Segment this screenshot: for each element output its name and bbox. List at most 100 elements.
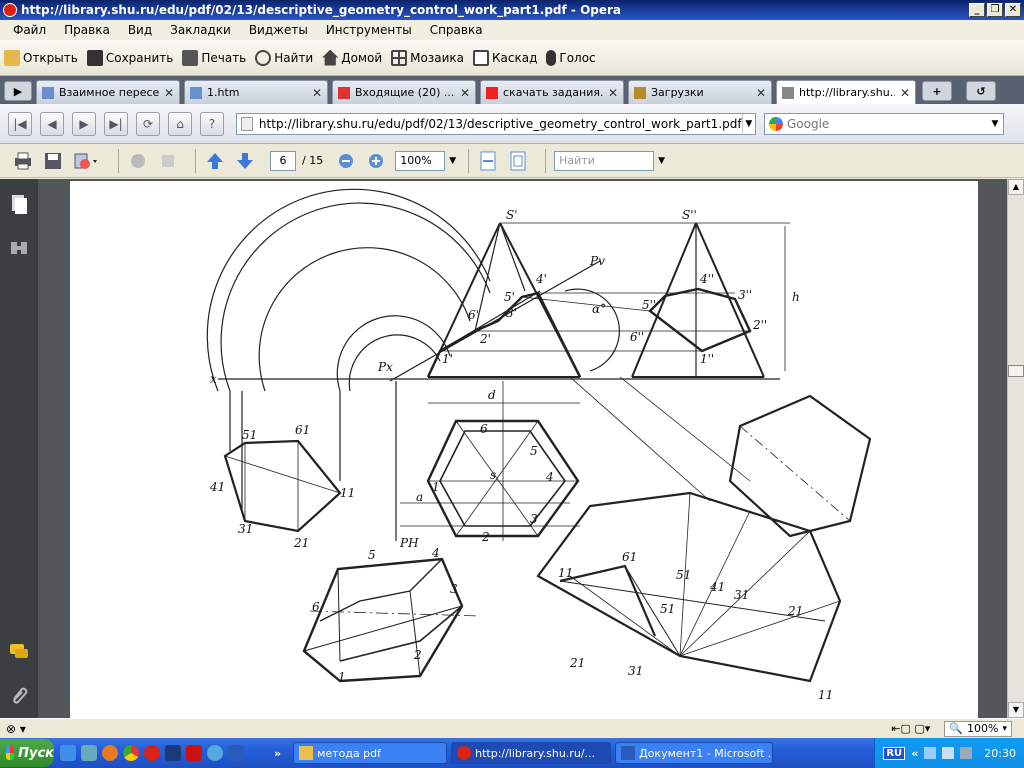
tab-6-active[interactable]: http://library.shu... ✕: [776, 80, 916, 104]
magnifier-icon: [255, 49, 272, 66]
new-tab-button[interactable]: +: [922, 81, 952, 101]
panel-toggle-button[interactable]: ▶: [4, 81, 32, 101]
page-number-input[interactable]: 6: [270, 150, 296, 171]
tray-volume-icon[interactable]: [942, 747, 955, 759]
quicklaunch-app-icon[interactable]: [207, 745, 223, 761]
tab-5[interactable]: Загрузки ✕: [628, 80, 772, 104]
scroll-down-icon[interactable]: ▼: [1008, 702, 1024, 718]
label-6p: 6': [468, 308, 479, 322]
fit-page-icon[interactable]: [507, 150, 529, 172]
scroll-thumb[interactable]: [1008, 365, 1024, 377]
tab-3[interactable]: Входящие (20) ... ✕: [332, 80, 476, 104]
comments-icon[interactable]: [8, 641, 30, 663]
close-button[interactable]: ✕: [1005, 3, 1021, 17]
tab-2[interactable]: 1.htm ✕: [184, 80, 328, 104]
pdf-edit-icon[interactable]: [157, 150, 179, 172]
home-button[interactable]: Домой: [322, 49, 382, 66]
forward-button[interactable]: ▶: [72, 111, 96, 136]
label-iso-4: 4: [431, 546, 440, 560]
url-field[interactable]: http://library.shu.ru/edu/pdf/02/13/desc…: [236, 112, 756, 135]
quicklaunch-photoshop-icon[interactable]: [165, 745, 181, 761]
quicklaunch-explorer-icon[interactable]: [81, 745, 97, 761]
save-button[interactable]: Сохранить: [86, 49, 173, 66]
tab-1[interactable]: Взаимное пересе... ✕: [36, 80, 180, 104]
quicklaunch-chrome-icon[interactable]: [123, 745, 139, 761]
cascade-button[interactable]: Каскад: [473, 49, 537, 66]
tab-close-icon[interactable]: ✕: [756, 86, 766, 100]
tray-expand-icon[interactable]: «: [911, 747, 918, 760]
pdf-save-icon[interactable]: [42, 150, 64, 172]
tab-close-icon[interactable]: ✕: [164, 86, 174, 100]
mosaic-button[interactable]: Мозаика: [391, 49, 464, 66]
label-s-double-prime: S'': [682, 208, 697, 222]
paperclip-icon[interactable]: [8, 683, 30, 705]
language-indicator[interactable]: RU: [883, 746, 906, 760]
wand-button[interactable]: ?: [200, 111, 224, 136]
tray-network-icon[interactable]: [924, 747, 937, 759]
panel-view-icon[interactable]: ⇤▢ ▢▾: [891, 722, 930, 735]
task-opera[interactable]: http://library.shu.ru/...: [451, 742, 612, 764]
find-dropdown-icon[interactable]: ▼: [658, 156, 665, 166]
minimize-button[interactable]: _: [969, 3, 985, 17]
zoom-level-field[interactable]: 100%: [395, 150, 446, 171]
label-iso-6: 6: [312, 600, 320, 614]
previous-page-icon[interactable]: [204, 150, 226, 172]
pdf-print-icon[interactable]: [12, 150, 34, 172]
tab-close-icon[interactable]: ✕: [608, 86, 618, 100]
pdf-find-input[interactable]: Найти: [554, 150, 655, 171]
tray-app-icon[interactable]: [960, 747, 973, 759]
windows-flag-icon: [6, 746, 15, 760]
zoom-out-icon[interactable]: [335, 150, 357, 172]
search-dropdown-icon[interactable]: ▼: [987, 119, 1003, 129]
home-nav-button[interactable]: ⌂: [168, 111, 192, 136]
find-button[interactable]: Найти: [255, 49, 313, 66]
menu-edit[interactable]: Правка: [55, 23, 119, 37]
label-5pp: 5'': [642, 298, 656, 312]
tab-close-icon[interactable]: ✕: [460, 86, 470, 100]
quicklaunch-word-icon[interactable]: [228, 745, 244, 761]
attachments-binoculars-icon[interactable]: [8, 237, 30, 259]
tab-close-icon[interactable]: ✕: [312, 86, 322, 100]
scroll-up-icon[interactable]: ▲: [1008, 179, 1024, 195]
open-button[interactable]: Открыть: [4, 49, 78, 66]
fit-width-icon[interactable]: [477, 150, 499, 172]
menu-file[interactable]: Файл: [4, 23, 55, 37]
status-zoom[interactable]: 🔍 100% ▾: [944, 720, 1012, 737]
search-field[interactable]: Google ▼: [764, 112, 1004, 135]
menu-bookmarks[interactable]: Закладки: [161, 23, 240, 37]
windows-taskbar: Пуск » метода pdf http://library.shu.ru/…: [0, 738, 1024, 768]
url-dropdown-icon[interactable]: ▼: [741, 113, 755, 134]
closed-tabs-button[interactable]: ↺: [966, 81, 996, 101]
pages-panel-icon[interactable]: [8, 193, 30, 215]
label-dev-51: 51: [676, 568, 691, 582]
tab-close-icon[interactable]: ✕: [900, 86, 910, 100]
label-top-2: 2: [481, 530, 490, 544]
pdf-share-icon[interactable]: [72, 150, 102, 172]
quicklaunch-ie-icon[interactable]: [60, 745, 76, 761]
menu-widgets[interactable]: Виджеты: [240, 23, 317, 37]
page-status-icon[interactable]: ⊗ ▾: [6, 722, 26, 736]
fast-forward-button[interactable]: ▶|: [104, 111, 128, 136]
start-button[interactable]: Пуск: [0, 739, 54, 767]
task-word[interactable]: Документ1 - Microsoft ...: [615, 742, 774, 764]
quicklaunch-opera-icon[interactable]: [144, 745, 160, 761]
menu-view[interactable]: Вид: [119, 23, 161, 37]
menu-tools[interactable]: Инструменты: [317, 23, 421, 37]
tab-4[interactable]: скачать задания... ✕: [480, 80, 624, 104]
restore-button[interactable]: ❐: [987, 3, 1003, 17]
quicklaunch-acrobat-icon[interactable]: [186, 745, 202, 761]
zoom-in-icon[interactable]: [365, 150, 387, 172]
rewind-button[interactable]: |◀: [8, 111, 32, 136]
quicklaunch-firefox-icon[interactable]: [102, 745, 118, 761]
zoom-dropdown-icon[interactable]: ▼: [449, 156, 456, 166]
vertical-scrollbar[interactable]: ▲ ▼: [1007, 179, 1024, 718]
taskbar-overflow-icon[interactable]: »: [274, 747, 281, 760]
voice-button[interactable]: Голос: [546, 49, 596, 66]
print-button[interactable]: Печать: [182, 49, 246, 66]
pdf-comments-icon[interactable]: [127, 150, 149, 172]
menu-help[interactable]: Справка: [421, 23, 492, 37]
task-folder[interactable]: метода pdf: [293, 742, 448, 764]
reload-button[interactable]: ⟳: [136, 111, 160, 136]
next-page-icon[interactable]: [234, 150, 256, 172]
back-button[interactable]: ◀: [40, 111, 64, 136]
